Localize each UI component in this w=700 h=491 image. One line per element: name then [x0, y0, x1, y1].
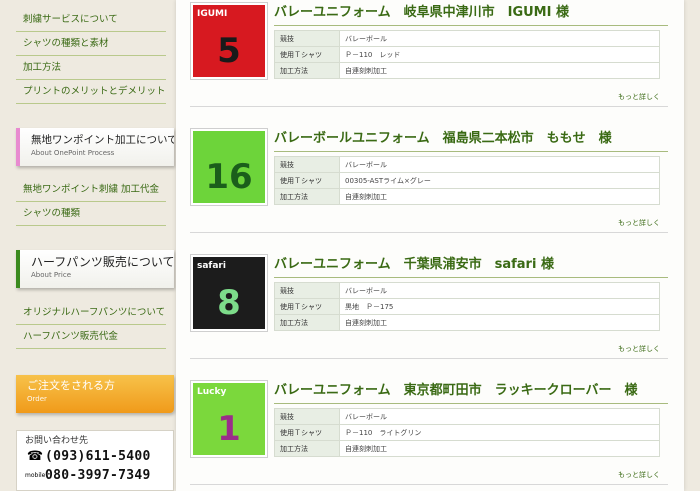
divider: [190, 358, 668, 359]
sidebar-item-original-halfpants[interactable]: オリジナルハーフパンツについて: [16, 301, 166, 325]
table-row: 加工方法 自連刻刺加工: [274, 62, 660, 79]
spec-key: 使用Ｔシャツ: [274, 46, 340, 63]
sidebar-item-shirt-kinds[interactable]: シャツの種類: [16, 202, 166, 226]
phone-number[interactable]: (093)611-5400: [45, 449, 151, 464]
more-details-link[interactable]: もっと詳しく: [618, 470, 660, 480]
order-subtitle: Order: [27, 395, 47, 403]
table-row: 競技 バレーボール: [274, 282, 660, 299]
mobile-number[interactable]: 080-3997-7349: [45, 468, 151, 483]
entry-title[interactable]: バレーユニフォーム 千葉県浦安市 safari 様: [274, 256, 668, 278]
spec-key: 加工方法: [274, 440, 340, 457]
more-details-link[interactable]: もっと詳しく: [618, 344, 660, 354]
work-entry: IGUMI 5 バレーユニフォーム 岐阜県中津川市 IGUMI 様 競技 バレー…: [190, 2, 668, 114]
jersey-top-text: IGUMI: [197, 9, 228, 19]
jersey-number: 1: [217, 409, 241, 449]
spec-key: 使用Ｔシャツ: [274, 424, 340, 441]
spec-value: バレーボール: [339, 156, 660, 173]
jersey-number: 8: [217, 283, 241, 323]
divider: [190, 484, 668, 485]
table-row: 競技 バレーボール: [274, 408, 660, 425]
uniform-thumbnail[interactable]: Lucky 1: [190, 380, 268, 458]
spec-key: 競技: [274, 30, 340, 47]
jersey-image: IGUMI 5: [193, 5, 265, 77]
jersey-image: 16: [193, 131, 265, 203]
spec-value: 自連刻刺加工: [339, 314, 660, 331]
sidebar-item-halfpants-price[interactable]: ハーフパンツ販売代金: [16, 325, 166, 349]
spec-value: Ｐ－110 レッド: [339, 46, 660, 63]
uniform-thumbnail[interactable]: safari 8: [190, 254, 268, 332]
spec-value: バレーボール: [339, 408, 660, 425]
mobile-icon: mobile: [25, 471, 46, 479]
spec-value: 自連刻刺加工: [339, 440, 660, 457]
jersey-image: Lucky 1: [193, 383, 265, 455]
order-banner[interactable]: ご注文をされる方 Order: [16, 375, 174, 413]
spec-table: 競技 バレーボール 使用Ｔシャツ 00305-ASTライム×グレー 加工方法 自…: [274, 156, 660, 205]
spec-key: 使用Ｔシャツ: [274, 172, 340, 189]
spec-value: 自連刻刺加工: [339, 188, 660, 205]
table-row: 競技 バレーボール: [274, 30, 660, 47]
section-title: 無地ワンポイント加工について: [31, 134, 174, 146]
spec-key: 競技: [274, 156, 340, 173]
sidebar-item-shirt-types[interactable]: シャツの種類と素材: [16, 32, 166, 56]
phone-icon: ☎: [26, 449, 44, 464]
order-title: ご注文をされる方: [27, 379, 115, 392]
section-subtitle: About OnePoint Process: [31, 149, 115, 157]
more-details-link[interactable]: もっと詳しく: [618, 92, 660, 102]
more-details-link[interactable]: もっと詳しく: [618, 218, 660, 228]
spec-key: 使用Ｔシャツ: [274, 298, 340, 315]
section-subtitle: About Price: [31, 271, 71, 279]
spec-value: バレーボール: [339, 30, 660, 47]
entry-title[interactable]: バレーユニフォーム 東京都町田市 ラッキークローバー 様: [274, 382, 668, 404]
entry-title[interactable]: バレーユニフォーム 岐阜県中津川市 IGUMI 様: [274, 4, 668, 26]
sidebar-item-onepoint-price[interactable]: 無地ワンポイント刺繍 加工代金: [16, 178, 166, 202]
onepoint-section-header[interactable]: 無地ワンポイント加工について About OnePoint Process: [16, 128, 174, 166]
spec-key: 競技: [274, 408, 340, 425]
sidebar-item-embroidery-service[interactable]: 刺繍サービスについて: [16, 8, 166, 32]
spec-table: 競技 バレーボール 使用Ｔシャツ Ｐ－110 ライトグリン 加工方法 自連刻刺加…: [274, 408, 660, 457]
jersey-top-text: safari: [197, 261, 226, 271]
sidebar: 刺繍サービスについて シャツの種類と素材 加工方法 プリントのメリットとデメリッ…: [0, 0, 175, 491]
divider: [190, 106, 668, 107]
sidebar-item-print-merits[interactable]: プリントのメリットとデメリット: [16, 80, 166, 104]
main-content: IGUMI 5 バレーユニフォーム 岐阜県中津川市 IGUMI 様 競技 バレー…: [176, 0, 684, 491]
jersey-number: 16: [205, 157, 253, 197]
spec-key: 競技: [274, 282, 340, 299]
table-row: 使用Ｔシャツ 黒地 Ｐ－175: [274, 298, 660, 315]
work-entry: 16 バレーボールユニフォーム 福島県二本松市 ももせ 様 競技 バレーボール …: [190, 128, 668, 240]
table-row: 加工方法 自連刻刺加工: [274, 188, 660, 205]
work-entry: safari 8 バレーユニフォーム 千葉県浦安市 safari 様 競技 バレ…: [190, 254, 668, 366]
table-row: 加工方法 自連刻刺加工: [274, 314, 660, 331]
sidebar-item-process[interactable]: 加工方法: [16, 56, 166, 80]
uniform-thumbnail[interactable]: 16: [190, 128, 268, 206]
spec-key: 加工方法: [274, 62, 340, 79]
halfpants-section-header[interactable]: ハーフパンツ販売について About Price: [16, 250, 174, 288]
table-row: 使用Ｔシャツ Ｐ－110 レッド: [274, 46, 660, 63]
contact-box: お問い合わせ先 ☎ (093)611-5400 mobile 080-3997-…: [16, 430, 174, 491]
work-entry: Lucky 1 バレーユニフォーム 東京都町田市 ラッキークローバー 様 競技 …: [190, 380, 668, 491]
contact-label: お問い合わせ先: [25, 436, 89, 446]
jersey-top-text: Lucky: [197, 387, 227, 397]
jersey-image: safari 8: [193, 257, 265, 329]
spec-table: 競技 バレーボール 使用Ｔシャツ Ｐ－110 レッド 加工方法 自連刻刺加工: [274, 30, 660, 79]
spec-key: 加工方法: [274, 188, 340, 205]
spec-value: Ｐ－110 ライトグリン: [339, 424, 660, 441]
section-title: ハーフパンツ販売について: [31, 255, 174, 269]
entry-title[interactable]: バレーボールユニフォーム 福島県二本松市 ももせ 様: [274, 130, 668, 152]
divider: [190, 232, 668, 233]
spec-value: 黒地 Ｐ－175: [339, 298, 660, 315]
spec-table: 競技 バレーボール 使用Ｔシャツ 黒地 Ｐ－175 加工方法 自連刻刺加工: [274, 282, 660, 331]
table-row: 使用Ｔシャツ 00305-ASTライム×グレー: [274, 172, 660, 189]
spec-value: 00305-ASTライム×グレー: [339, 172, 660, 189]
spec-value: バレーボール: [339, 282, 660, 299]
uniform-thumbnail[interactable]: IGUMI 5: [190, 2, 268, 80]
spec-value: 自連刻刺加工: [339, 62, 660, 79]
jersey-number: 5: [217, 31, 241, 71]
table-row: 加工方法 自連刻刺加工: [274, 440, 660, 457]
table-row: 使用Ｔシャツ Ｐ－110 ライトグリン: [274, 424, 660, 441]
spec-key: 加工方法: [274, 314, 340, 331]
table-row: 競技 バレーボール: [274, 156, 660, 173]
